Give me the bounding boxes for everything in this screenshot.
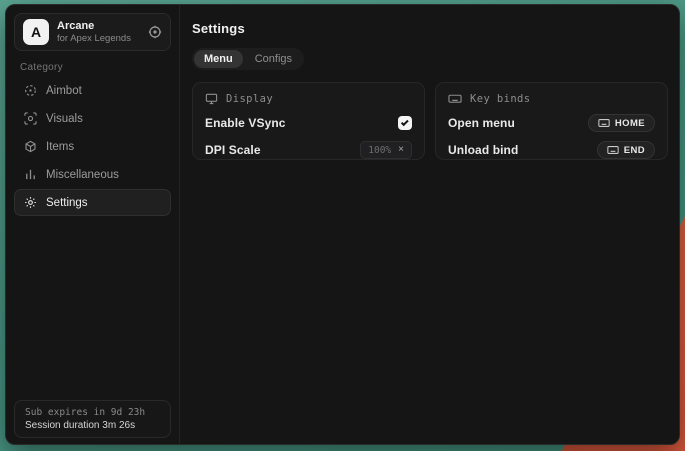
card-title: Display bbox=[226, 93, 273, 105]
sidebar-item-visuals[interactable]: Visuals bbox=[14, 105, 171, 132]
setting-row-unload-bind: Unload bind END bbox=[448, 141, 655, 159]
brand-card: A Arcane for Apex Legends bbox=[14, 13, 171, 51]
app-logo: A bbox=[23, 19, 49, 45]
bars-icon bbox=[23, 168, 37, 181]
setting-label: DPI Scale bbox=[205, 143, 261, 157]
setting-label: Open menu bbox=[448, 116, 515, 130]
keyboard-icon bbox=[448, 92, 462, 105]
sidebar-nav: Aimbot Visuals Items bbox=[14, 77, 171, 217]
monitor-icon bbox=[205, 92, 218, 105]
app-window: A Arcane for Apex Legends Category bbox=[5, 4, 680, 445]
page-title: Settings bbox=[192, 21, 668, 36]
setting-row-open-menu: Open menu HOME bbox=[448, 114, 655, 132]
settings-cards: Display Enable VSync DPI Scale 100% × bbox=[192, 82, 668, 160]
session-info-box: Sub expires in 9d 23h Session duration 3… bbox=[14, 400, 171, 438]
sidebar-item-settings[interactable]: Settings bbox=[14, 189, 171, 216]
setting-label: Enable VSync bbox=[205, 116, 286, 130]
app-title: Arcane bbox=[57, 20, 140, 32]
sidebar-item-label: Visuals bbox=[46, 113, 83, 125]
sidebar-item-label: Items bbox=[46, 141, 74, 153]
unload-bind-button[interactable]: END bbox=[597, 141, 655, 159]
setting-row-vsync: Enable VSync bbox=[205, 114, 412, 132]
keyboard-icon bbox=[607, 145, 619, 155]
gear-icon bbox=[23, 196, 37, 209]
main-content: Settings Menu Configs Display E bbox=[180, 5, 680, 444]
card-title: Key binds bbox=[470, 93, 531, 105]
target-icon[interactable] bbox=[148, 25, 162, 39]
bind-key-label: HOME bbox=[615, 118, 645, 129]
vsync-checkbox[interactable] bbox=[398, 116, 412, 130]
sidebar-item-label: Miscellaneous bbox=[46, 169, 119, 181]
keyboard-icon bbox=[598, 118, 610, 128]
sidebar: A Arcane for Apex Legends Category bbox=[6, 5, 180, 444]
dpi-scale-input[interactable]: 100% × bbox=[360, 141, 412, 159]
sidebar-item-aimbot[interactable]: Aimbot bbox=[14, 77, 171, 104]
clear-icon[interactable]: × bbox=[398, 145, 404, 155]
setting-row-dpi: DPI Scale 100% × bbox=[205, 141, 412, 159]
tab-menu[interactable]: Menu bbox=[194, 50, 243, 68]
display-card: Display Enable VSync DPI Scale 100% × bbox=[192, 82, 425, 160]
dpi-value: 100% bbox=[368, 145, 391, 156]
cube-icon bbox=[23, 140, 37, 153]
open-menu-bind-button[interactable]: HOME bbox=[588, 114, 655, 132]
sidebar-item-miscellaneous[interactable]: Miscellaneous bbox=[14, 161, 171, 188]
sidebar-item-items[interactable]: Items bbox=[14, 133, 171, 160]
keybinds-card: Key binds Open menu HOME bbox=[435, 82, 668, 160]
tab-configs[interactable]: Configs bbox=[245, 50, 302, 68]
sidebar-item-label: Aimbot bbox=[46, 85, 82, 97]
setting-label: Unload bind bbox=[448, 143, 518, 157]
app-subtitle: for Apex Legends bbox=[57, 34, 140, 44]
check-icon bbox=[400, 118, 408, 126]
tab-bar: Menu Configs bbox=[192, 48, 304, 70]
session-duration-text: Session duration 3m 26s bbox=[25, 420, 160, 431]
crosshair-icon bbox=[23, 84, 37, 97]
category-label: Category bbox=[20, 62, 63, 73]
sidebar-item-label: Settings bbox=[46, 197, 88, 209]
bind-key-label: END bbox=[624, 145, 645, 156]
sub-expires-text: Sub expires in 9d 23h bbox=[25, 407, 160, 418]
scan-eye-icon bbox=[23, 112, 37, 125]
